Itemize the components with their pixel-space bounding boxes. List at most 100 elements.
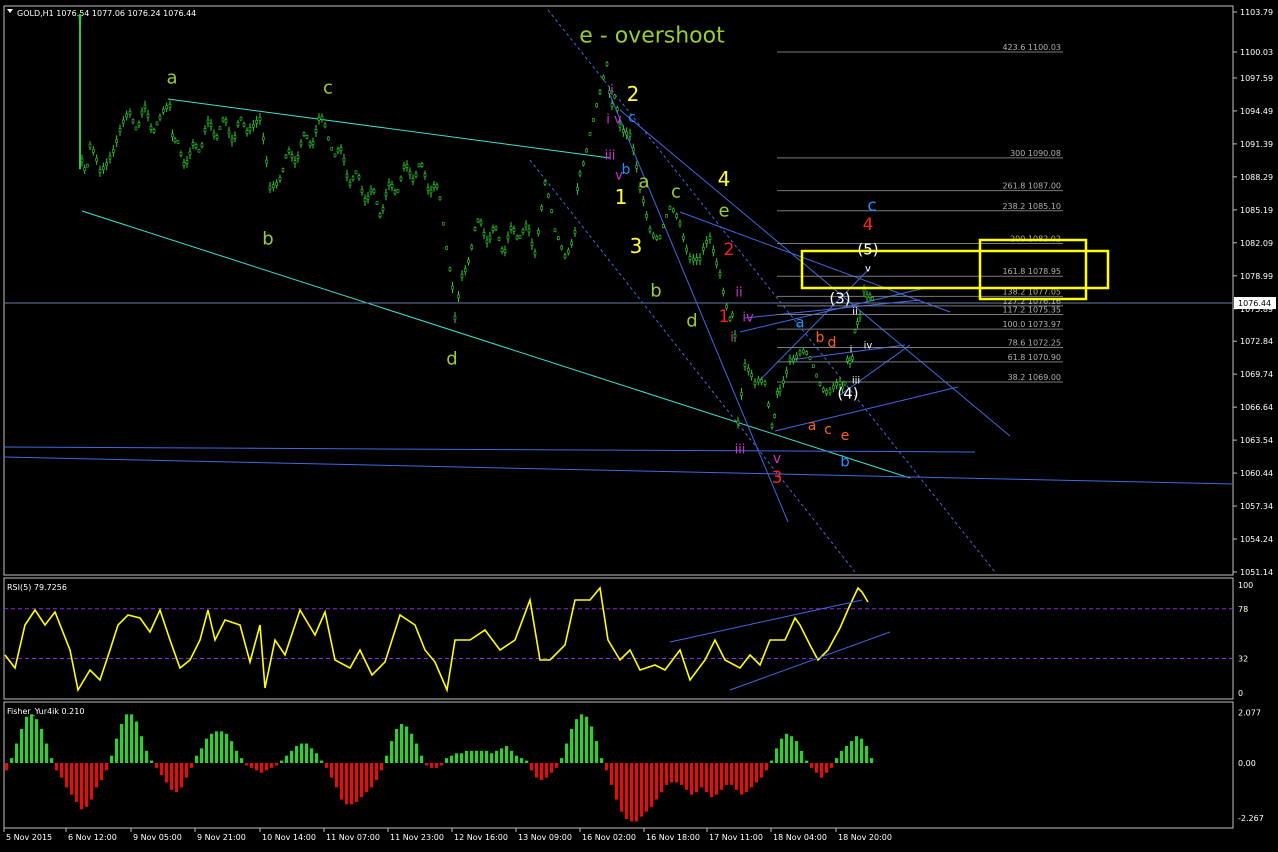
wave-label: b (816, 330, 825, 346)
candle-body (533, 251, 537, 256)
fisher-bar (230, 741, 234, 763)
fisher-bar (525, 760, 529, 763)
fisher-bar (655, 763, 659, 800)
fisher-bar (475, 750, 479, 763)
candle-body (245, 130, 249, 134)
candle-body (281, 168, 285, 172)
time-tick-label: 13 Nov 09:00 (518, 833, 572, 842)
price-tick-label: 1082.09 (1240, 239, 1273, 248)
fisher-bar (705, 763, 709, 793)
candle-body (695, 257, 698, 262)
candle-body (152, 129, 156, 133)
candle-body (497, 237, 501, 241)
fisher-bar (470, 750, 474, 763)
candle-body (420, 163, 424, 167)
candle-body (524, 223, 528, 228)
wave-label: b (622, 162, 631, 178)
candle-body (598, 90, 602, 94)
candle-body (470, 245, 474, 249)
time-tick-label: 18 Nov 04:00 (773, 833, 827, 842)
candle-body (560, 245, 563, 250)
rsi-tick-label: 32 (1238, 654, 1248, 663)
candle-body (672, 208, 675, 213)
fisher-bar (95, 763, 99, 788)
fisher-bar (235, 750, 239, 763)
fisher-bar (510, 750, 514, 763)
fisher-bar (430, 763, 434, 768)
candle-body (372, 189, 376, 194)
candle-body (553, 228, 557, 233)
fisher-bar (5, 763, 9, 771)
candle-body (818, 382, 822, 386)
candle-body (773, 414, 776, 418)
fib-level-label: 117.2 1075.35 (1002, 305, 1061, 314)
fisher-bar (335, 763, 339, 788)
fisher-bar (860, 738, 864, 763)
candle-body (448, 267, 452, 272)
fisher-bar (605, 763, 609, 771)
candle-body (200, 143, 204, 148)
candle-body (308, 142, 312, 146)
fisher-bar (855, 736, 859, 763)
fisher-bar (365, 763, 369, 793)
wave-label: (5) (857, 240, 878, 258)
candle-body (345, 173, 349, 178)
candle-body (248, 127, 252, 131)
candle-body (393, 190, 397, 194)
fisher-bar (420, 755, 424, 763)
fisher-bar (850, 741, 854, 763)
candle-body (381, 207, 385, 211)
candle-body (500, 248, 504, 253)
candle-body (317, 117, 321, 121)
fisher-bar (585, 716, 589, 763)
candle-body (616, 107, 619, 111)
fisher-bar (670, 763, 674, 783)
fisher-bar (695, 763, 699, 793)
candle-body (530, 242, 534, 246)
candle-body (405, 164, 409, 168)
fisher-bar (660, 763, 664, 793)
fisher-tick-label: -2.267 (1238, 814, 1264, 823)
fisher-bar (535, 763, 539, 778)
fisher-bar (820, 763, 824, 778)
fisher-bar (220, 731, 224, 763)
fisher-bar (240, 758, 244, 763)
candle-body (366, 195, 370, 200)
candle-body (165, 105, 168, 110)
candle-body (275, 182, 278, 186)
fisher-bar (60, 763, 64, 778)
candle-body (770, 424, 774, 428)
fisher-bar (80, 763, 84, 810)
fisher-bar (785, 733, 789, 763)
wave-label: ii (735, 286, 742, 301)
fisher-bar (255, 763, 259, 771)
fisher-bar (390, 741, 394, 763)
candle-body (351, 176, 355, 181)
candle-body (488, 235, 492, 240)
symbol-header: GOLD,H1 1076.54 1077.06 1076.24 1076.44 (7, 9, 196, 18)
candle-body (369, 188, 373, 193)
candle-body (750, 373, 753, 378)
fib-level-label: 78.6 1072.25 (1008, 338, 1061, 347)
candle-body (491, 227, 495, 231)
candle-body (665, 213, 668, 218)
candle-body (543, 180, 547, 185)
time-tick-label: 16 Nov 18:00 (646, 833, 700, 842)
candle-body (512, 228, 516, 232)
fisher-bar (125, 714, 129, 763)
candle-body (432, 184, 436, 189)
candle-body (296, 155, 300, 159)
fisher-bar (750, 763, 754, 788)
price-tick-label: 1069.74 (1240, 370, 1273, 379)
candle-body (92, 149, 95, 153)
current-price-text: 1076.44 (1238, 299, 1271, 308)
dropdown-triangle-icon[interactable] (7, 9, 13, 13)
fisher-bar (625, 763, 629, 819)
fisher-bar (360, 763, 364, 798)
candle-body (460, 273, 464, 278)
fisher-bar (410, 733, 414, 763)
fisher-bar (765, 763, 769, 771)
candle-body (722, 290, 725, 294)
price-tick-label: 1078.99 (1240, 272, 1273, 281)
fisher-bar (350, 763, 354, 805)
